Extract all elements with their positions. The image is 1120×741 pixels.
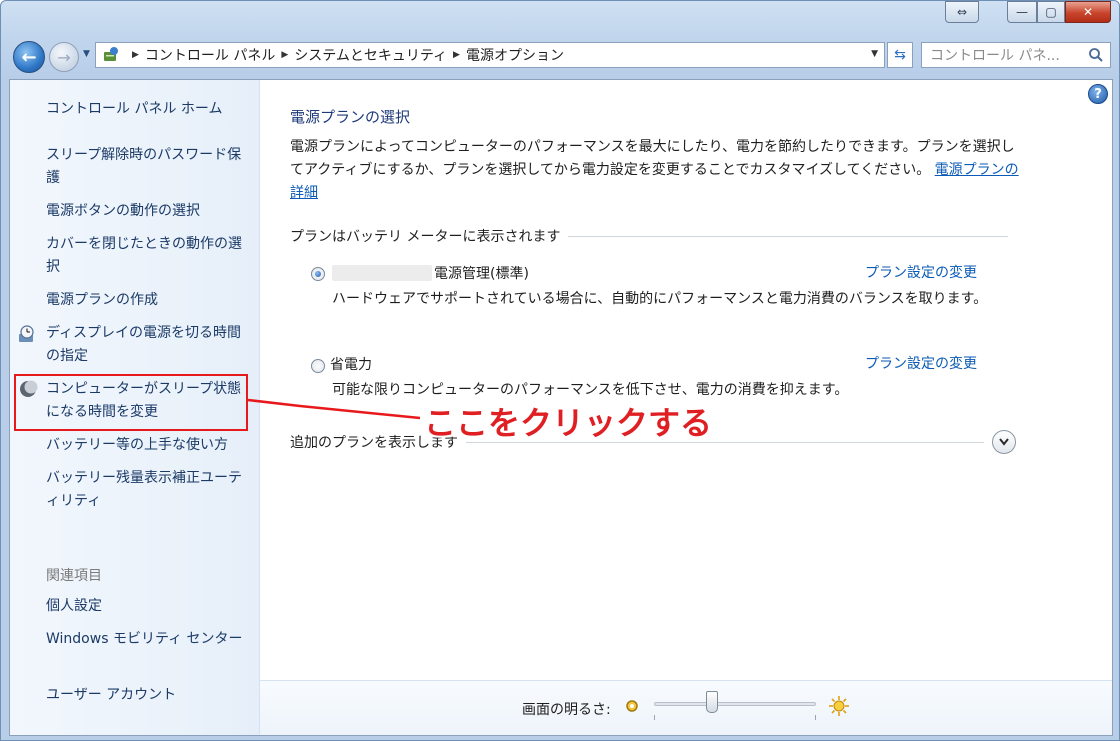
brightness-slider-thumb[interactable]	[706, 691, 719, 713]
brightness-label: 画面の明るさ:	[522, 702, 611, 718]
snap-icon: ⇔	[956, 5, 968, 19]
breadcrumb-system-security[interactable]: システムとセキュリティ	[294, 45, 447, 65]
search-icon[interactable]	[1088, 47, 1104, 67]
sidebar-item-user-accounts[interactable]: ユーザー アカウント	[46, 684, 252, 707]
plan-settings-link-balanced[interactable]: プラン設定の変更	[865, 262, 977, 282]
snap-button[interactable]: ⇔	[945, 1, 979, 23]
plan-settings-link-power-saver[interactable]: プラン設定の変更	[865, 353, 977, 373]
brightness-high-icon	[828, 695, 850, 721]
slider-ticks	[654, 715, 816, 721]
sidebar-item-mobility-center[interactable]: Windows モビリティ センター	[46, 628, 252, 651]
related-heading: 関連項目	[46, 568, 102, 584]
description-text: 電源プランによってコンピューターのパフォーマンスを最大にしたり、電力を節約したり…	[290, 139, 1015, 178]
sidebar-item-control-panel-home[interactable]: コントロール パネル ホーム	[46, 98, 252, 121]
plan-name-balanced[interactable]: 電源管理(標準)	[434, 263, 529, 283]
maximize-icon: ▢	[1045, 5, 1057, 19]
page-title: 電源プランの選択	[290, 108, 411, 126]
annotation-callout-text: ここをクリックする	[424, 404, 713, 442]
refresh-button[interactable]: ⇆	[887, 42, 913, 68]
annotation-highlight-box	[14, 374, 248, 431]
forward-button[interactable]: →	[49, 42, 79, 72]
address-bar[interactable]: ▶ コントロール パネル ▶ システムとセキュリティ ▶ 電源オプション ▼	[95, 42, 885, 68]
help-button[interactable]: ?	[1088, 84, 1108, 104]
plan-radio-balanced[interactable]	[311, 267, 325, 281]
sidebar-item-battery-calibration[interactable]: バッテリー残量表示補正ユーティリティ	[46, 467, 252, 513]
refresh-icon: ⇆	[894, 47, 906, 63]
minimize-button[interactable]: —	[1007, 1, 1037, 23]
plan-description-balanced: ハードウェアでサポートされている場合に、自動的にパフォーマンスと電力消費のバラン…	[332, 291, 988, 307]
close-icon: ✕	[1082, 5, 1094, 19]
search-input[interactable]: コントロール パネ...	[921, 42, 1111, 68]
sidebar-item-lid-close[interactable]: カバーを閉じたときの動作の選択	[46, 233, 252, 279]
breadcrumb-separator-icon: ▶	[132, 50, 139, 60]
sidebar-item-power-button[interactable]: 電源ボタンの動作の選択	[46, 200, 252, 223]
back-button[interactable]: ←	[13, 41, 45, 73]
redacted-plan-prefix	[332, 265, 432, 281]
chevron-down-icon	[999, 438, 1009, 446]
maximize-button[interactable]: ▢	[1037, 1, 1065, 23]
forward-arrow-icon: →	[57, 47, 71, 67]
main-pane: ? 電源プランの選択 電源プランによってコンピューターのパフォーマンスを最大にし…	[260, 80, 1112, 680]
plan-name-power-saver[interactable]: 省電力	[330, 354, 372, 374]
sidebar-item-wake-password[interactable]: スリープ解除時のパスワード保護	[46, 144, 252, 190]
back-arrow-icon: ←	[21, 46, 37, 68]
sidebar-item-battery-tips[interactable]: バッテリー等の上手な使い方	[46, 434, 252, 457]
help-icon: ?	[1094, 86, 1102, 102]
breadcrumb-power-options[interactable]: 電源オプション	[466, 45, 564, 65]
plan-group-header: プランはバッテリ メーターに表示されます	[290, 226, 1008, 246]
control-panel-icon	[102, 46, 120, 64]
title-bar[interactable]: ⇔ — ▢ ✕	[1, 1, 1119, 35]
search-placeholder: コントロール パネ...	[930, 48, 1060, 64]
window: ⇔ — ▢ ✕ ← → ▼ ▶ コントロール パネル ▶ システムとセキュリティ…	[0, 0, 1120, 741]
brightness-bar: 画面の明るさ:	[260, 680, 1112, 735]
sidebar-item-create-plan[interactable]: 電源プランの作成	[46, 289, 252, 312]
group-divider	[568, 235, 1008, 237]
address-dropdown-icon[interactable]: ▼	[871, 49, 878, 59]
breadcrumb-separator-icon: ▶	[453, 50, 460, 60]
clock-icon	[18, 324, 38, 344]
breadcrumb-separator-icon: ▶	[281, 50, 289, 60]
brightness-slider-track[interactable]	[654, 702, 816, 706]
sidebar-item-personalization[interactable]: 個人設定	[46, 595, 252, 618]
brightness-low-icon	[624, 698, 640, 718]
plan-group-label: プランはバッテリ メーターに表示されます	[290, 229, 561, 245]
close-button[interactable]: ✕	[1065, 1, 1111, 23]
breadcrumb-control-panel[interactable]: コントロール パネル	[145, 45, 275, 65]
plan-radio-power-saver[interactable]	[311, 359, 325, 373]
history-dropdown-icon[interactable]: ▼	[83, 49, 90, 59]
expand-button[interactable]	[992, 430, 1016, 454]
navigation-bar: ← → ▼ ▶ コントロール パネル ▶ システムとセキュリティ ▶ 電源オプシ…	[9, 37, 1113, 75]
page-description: 電源プランによってコンピューターのパフォーマンスを最大にしたり、電力を節約したり…	[290, 136, 1020, 205]
minimize-icon: —	[1016, 5, 1028, 19]
caption-buttons: — ▢ ✕	[1007, 1, 1111, 23]
sidebar-item-display-off[interactable]: ディスプレイの電源を切る時間の指定	[46, 322, 252, 368]
